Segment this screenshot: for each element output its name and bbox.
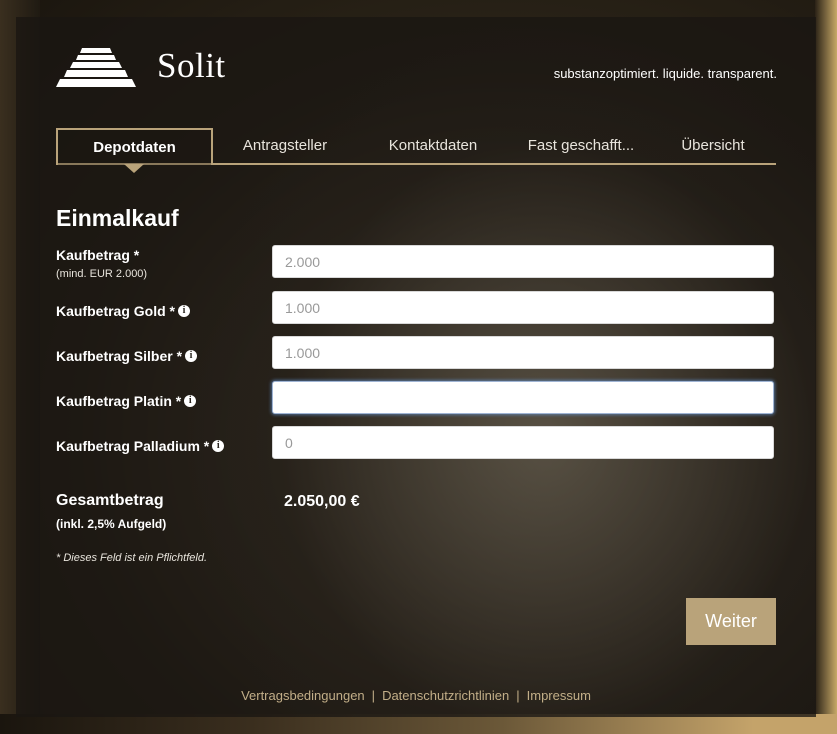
total-label: Gesamtbetrag xyxy=(56,492,164,509)
kaufbetrag-silber-label-text: Kaufbetrag Silber * xyxy=(56,348,183,364)
footer-link-datenschutz[interactable]: Datenschutzrichtlinien xyxy=(382,688,509,703)
kaufbetrag-input[interactable] xyxy=(272,245,774,278)
kaufbetrag-silber-label: Kaufbetrag Silber * i xyxy=(56,348,198,364)
info-icon[interactable]: i xyxy=(212,440,225,453)
next-button[interactable]: Weiter xyxy=(686,598,776,645)
kaufbetrag-min-hint: (mind. EUR 2.000) xyxy=(56,268,148,280)
info-icon[interactable]: i xyxy=(184,395,197,408)
total-value: 2.050,00 € xyxy=(284,493,360,510)
tab-depotdaten[interactable]: Depotdaten xyxy=(56,128,213,165)
brand-name: Solit xyxy=(157,46,226,85)
tab-fast-geschafft[interactable]: Fast geschafft... xyxy=(516,128,646,163)
kaufbetrag-gold-label: Kaufbetrag Gold * i xyxy=(56,303,191,319)
active-tab-indicator xyxy=(124,164,144,173)
tab-antragsteller[interactable]: Antragsteller xyxy=(226,128,344,163)
section-heading: Einmalkauf xyxy=(56,205,179,231)
total-sublabel: (inkl. 2,5% Aufgeld) xyxy=(56,517,167,531)
brand-tagline: substanzoptimiert. liquide. transparent. xyxy=(553,66,777,81)
background-right xyxy=(815,0,837,734)
background-bottom xyxy=(0,714,837,734)
footer-links: Vertragsbedingungen | Datenschutzrichtlini… xyxy=(16,688,816,703)
required-field-note: * Dieses Feld ist ein Pflichtfeld. xyxy=(56,552,208,564)
solit-logo-icon xyxy=(56,48,136,87)
kaufbetrag-gold-label-text: Kaufbetrag Gold * xyxy=(56,303,176,319)
kaufbetrag-palladium-label-text: Kaufbetrag Palladium * xyxy=(56,438,210,454)
kaufbetrag-gold-input[interactable] xyxy=(272,291,774,324)
kaufbetrag-platin-label-text: Kaufbetrag Platin * xyxy=(56,393,182,409)
kaufbetrag-palladium-input[interactable] xyxy=(272,426,774,459)
step-tabs: Depotdaten Antragsteller Kontaktdaten Fa… xyxy=(56,128,776,165)
form-panel: Solit substanzoptimiert. liquide. transp… xyxy=(16,17,816,717)
tab-uebersicht[interactable]: Übersicht xyxy=(668,128,758,163)
kaufbetrag-platin-label: Kaufbetrag Platin * i xyxy=(56,393,197,409)
footer-separator: | xyxy=(371,688,376,703)
tab-kontaktdaten[interactable]: Kontaktdaten xyxy=(374,128,492,163)
footer-link-impressum[interactable]: Impressum xyxy=(527,688,591,703)
kaufbetrag-platin-input[interactable] xyxy=(272,381,774,414)
footer-separator: | xyxy=(516,688,520,703)
kaufbetrag-label: Kaufbetrag * xyxy=(56,247,140,263)
footer-link-vertragsbedingungen[interactable]: Vertragsbedingungen xyxy=(241,688,365,703)
info-icon[interactable]: i xyxy=(185,350,198,363)
kaufbetrag-silber-input[interactable] xyxy=(272,336,774,369)
kaufbetrag-palladium-label: Kaufbetrag Palladium * i xyxy=(56,438,225,454)
info-icon[interactable]: i xyxy=(178,305,191,318)
